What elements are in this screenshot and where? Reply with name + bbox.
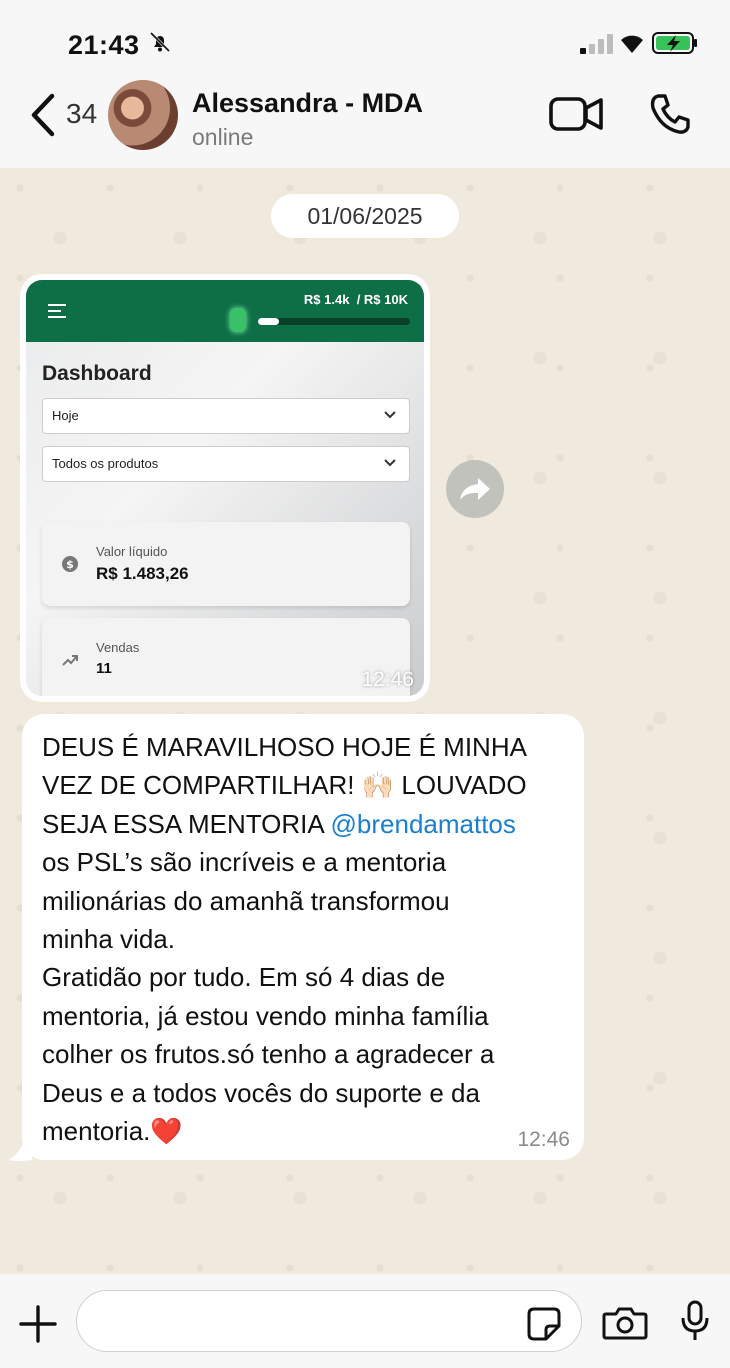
unread-count[interactable]: 34 [66, 98, 97, 130]
goal-progress-bar [258, 318, 410, 325]
top-bar: 21:43 34 Alessandra - MDA online [0, 0, 730, 168]
gem-icon [230, 308, 246, 332]
net-value-amount: R$ 1.483,26 [96, 564, 189, 583]
contact-avatar[interactable] [108, 80, 178, 150]
message-input-bar [0, 1274, 730, 1368]
chat-area[interactable]: 01/06/2025 R$ 1.4k / R$ 10K Dashboard Ho… [0, 168, 730, 1274]
period-select-value: Hoje [52, 408, 79, 423]
forward-arrow-icon [460, 478, 490, 500]
sticker-icon[interactable] [526, 1306, 562, 1342]
contact-status: online [192, 124, 254, 150]
goal-current: R$ 1.4k [303, 292, 350, 307]
message-text-part2: os PSL’s são incríveis e a mentoria mili… [42, 847, 495, 1147]
goal-progress-text: R$ 1.4k / R$ 10K [304, 292, 408, 307]
sales-card: Vendas 11 [42, 618, 410, 696]
dashboard-title: Dashboard [42, 362, 152, 385]
dashboard-screenshot-image[interactable]: R$ 1.4k / R$ 10K Dashboard Hoje Todos os… [26, 280, 424, 696]
image-message-bubble[interactable]: R$ 1.4k / R$ 10K Dashboard Hoje Todos os… [20, 274, 430, 702]
goal-progress-fill [258, 318, 280, 325]
text-message-bubble[interactable]: DEUS É MARAVILHOSO HOJE É MINHA VEZ DE C… [22, 714, 584, 1160]
message-input[interactable] [76, 1290, 582, 1352]
net-value-card: $ Valor líquido R$ 1.483,26 [42, 522, 410, 606]
products-select-value: Todos os produtos [52, 456, 159, 471]
phone-call-icon[interactable] [648, 92, 692, 136]
wifi-icon [621, 35, 643, 53]
chevron-down-icon [384, 459, 396, 467]
message-text: DEUS É MARAVILHOSO HOJE É MINHA VEZ DE C… [42, 728, 564, 1150]
bell-off-icon [149, 31, 171, 53]
text-message-time: 12:46 [517, 1128, 570, 1151]
goal-target: / R$ 10K [356, 292, 408, 307]
microphone-icon[interactable] [680, 1300, 710, 1342]
dollar-circle-icon: $ [62, 556, 78, 572]
back-chevron-icon[interactable] [26, 92, 60, 138]
video-call-icon[interactable] [548, 94, 604, 134]
trending-up-icon [62, 655, 78, 666]
sales-count: 11 [96, 660, 112, 677]
battery-charging-icon [652, 32, 697, 54]
contact-name[interactable]: Alessandra - MDA [192, 88, 423, 119]
screenshot-header: R$ 1.4k / R$ 10K [26, 280, 424, 342]
date-divider: 01/06/2025 [271, 194, 459, 238]
mention-link[interactable]: @brendamattos [331, 809, 516, 839]
products-select: Todos os produtos [42, 446, 410, 482]
bubble-tail [8, 1140, 32, 1161]
sales-label: Vendas [96, 640, 140, 655]
svg-text:$: $ [66, 558, 74, 571]
period-select: Hoje [42, 398, 410, 434]
forward-button[interactable] [446, 460, 504, 518]
plus-icon[interactable] [18, 1304, 58, 1344]
image-message-time: 12:46 [361, 668, 414, 691]
status-time: 21:43 [68, 30, 140, 60]
menu-icon [48, 304, 66, 318]
camera-icon[interactable] [602, 1306, 648, 1340]
net-value-label: Valor líquido [96, 544, 168, 559]
chevron-down-icon [384, 411, 396, 419]
signal-icon [580, 34, 613, 54]
